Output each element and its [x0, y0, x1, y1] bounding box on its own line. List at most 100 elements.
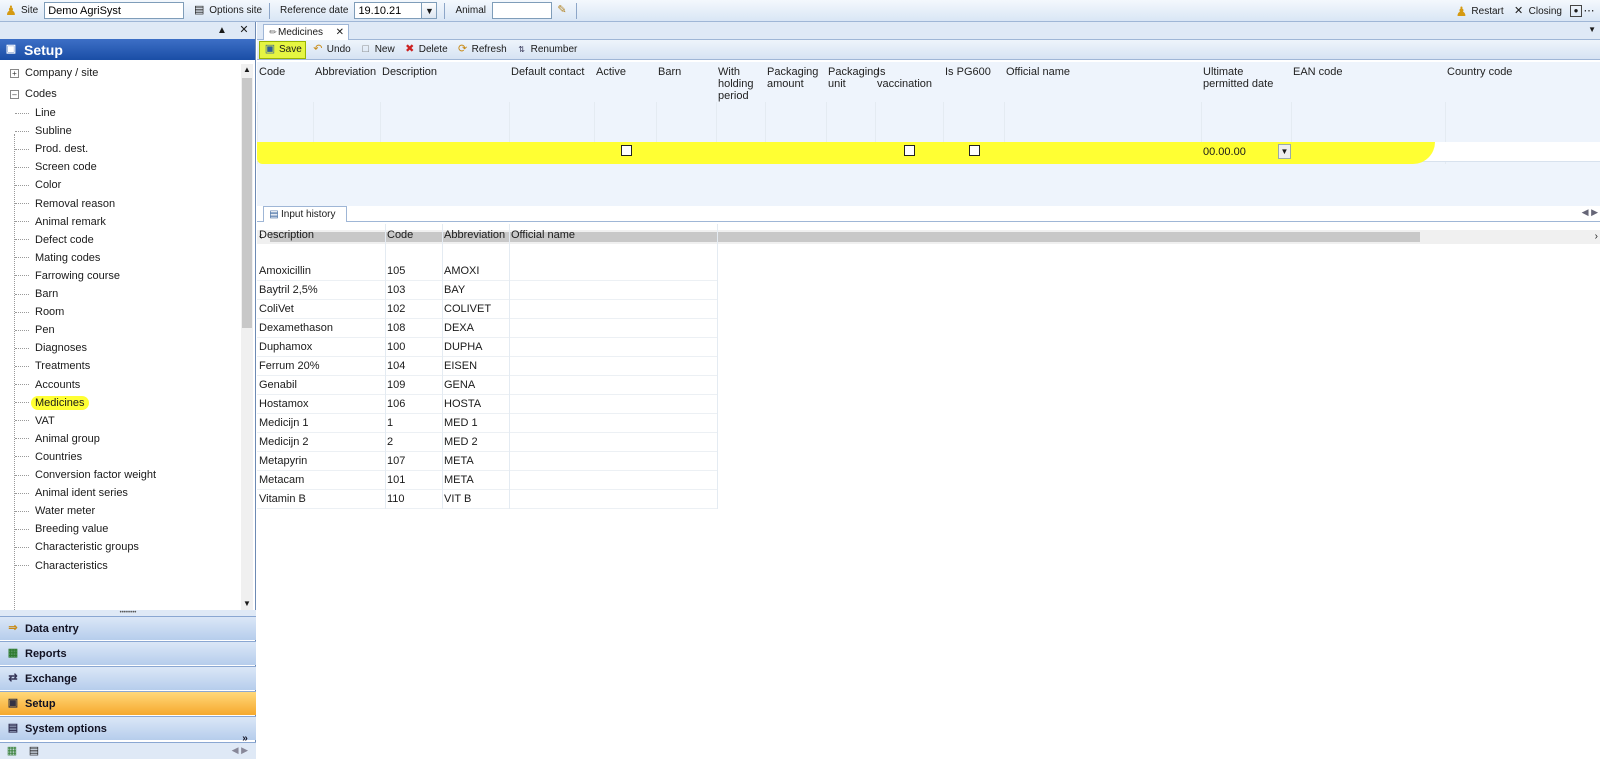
column-header-ultimate-permitted-date[interactable]: Ultimate permitted date: [1203, 66, 1291, 102]
tab-scroll-arrows[interactable]: ◀ ▶: [1582, 207, 1598, 218]
tree-group-company-site[interactable]: + Company / site: [10, 64, 98, 82]
nav-data-entry[interactable]: ⇒ Data entry: [0, 616, 256, 640]
tree-item-characteristic-groups[interactable]: Characteristic groups: [15, 538, 139, 556]
history-header-code[interactable]: Code: [387, 229, 413, 241]
column-header-default-contact[interactable]: Default contact: [511, 66, 593, 102]
column-header-active[interactable]: Active: [596, 66, 656, 102]
nav-setup[interactable]: ▣ Setup: [0, 691, 256, 715]
refresh-button[interactable]: ⟳ Refresh: [453, 41, 510, 59]
tree-item-characteristics[interactable]: Characteristics: [15, 557, 108, 575]
table-row[interactable]: Dexamethason 108 DEXA: [257, 319, 717, 338]
column-header-code[interactable]: Code: [259, 66, 313, 102]
column-header-barn[interactable]: Barn: [658, 66, 716, 102]
tree-item-removal-reason[interactable]: Removal reason: [15, 195, 115, 213]
save-button[interactable]: ▣ Save: [259, 40, 306, 59]
history-header-abbreviation[interactable]: Abbreviation: [444, 229, 505, 241]
table-row[interactable]: Vitamin B 110 VIT B: [257, 490, 717, 509]
close-icon[interactable]: ✕: [237, 24, 251, 38]
footer-arrows[interactable]: ◀ ▶: [232, 745, 248, 756]
tree-item-conversion-factor-weight[interactable]: Conversion factor weight: [15, 466, 156, 484]
site-input[interactable]: [44, 2, 185, 19]
tree-item-barn[interactable]: Barn: [15, 285, 58, 303]
tree-group-codes[interactable]: – Codes: [10, 85, 57, 103]
table-row[interactable]: Ferrum 20% 104 EISEN: [257, 357, 717, 376]
reference-date-input[interactable]: [354, 2, 423, 19]
tree-item-pen[interactable]: Pen: [15, 321, 55, 339]
history-header-official-name[interactable]: Official name: [511, 229, 575, 241]
delete-button[interactable]: ✖ Delete: [400, 41, 451, 59]
chevron-up-icon[interactable]: ▲: [241, 64, 253, 76]
options-site-button[interactable]: ▤ Options site: [188, 0, 266, 21]
table-row[interactable]: Hostamox 106 HOSTA: [257, 395, 717, 414]
tree-item-mating-codes[interactable]: Mating codes: [15, 249, 100, 267]
pin-icon[interactable]: ▲: [215, 24, 229, 38]
undo-button[interactable]: ↶ Undo: [308, 41, 354, 59]
table-row[interactable]: Metacam 101 META: [257, 471, 717, 490]
new-button[interactable]: □ New: [356, 41, 398, 59]
scroll-thumb[interactable]: [242, 78, 252, 328]
restart-button[interactable]: ♟ Restart: [1450, 0, 1507, 22]
tree-item-color[interactable]: Color: [15, 176, 61, 194]
close-icon[interactable]: ✕: [336, 27, 344, 38]
nav-reports[interactable]: ▦ Reports: [0, 641, 256, 665]
nav-system-options[interactable]: ▤ System options »: [0, 716, 256, 743]
collapse-icon[interactable]: –: [10, 89, 19, 99]
column-header-abbreviation[interactable]: Abbreviation: [315, 66, 380, 102]
column-header-is-pg600[interactable]: Is PG600: [945, 66, 1003, 102]
table-row[interactable]: Genabil 109 GENA: [257, 376, 717, 395]
tree-item-subline[interactable]: Subline: [15, 122, 72, 140]
chevron-down-icon[interactable]: ▼: [1588, 25, 1596, 34]
list-view-icon[interactable]: ▤: [27, 744, 41, 758]
table-row[interactable]: Metapyrin 107 META: [257, 452, 717, 471]
active-checkbox[interactable]: [621, 145, 632, 156]
date-dropdown[interactable]: ▼: [1278, 144, 1291, 159]
nav-exchange[interactable]: ⇄ Exchange: [0, 666, 256, 690]
column-header-packaging-amount[interactable]: Packaging amount: [767, 66, 825, 102]
tree-item-defect-code[interactable]: Defect code: [15, 231, 94, 249]
tree-item-animal-remark[interactable]: Animal remark: [15, 213, 106, 231]
column-header-is-vaccination[interactable]: Is vaccination: [877, 66, 943, 102]
table-row[interactable]: Medicijn 1 1 MED 1: [257, 414, 717, 433]
closing-button[interactable]: ✕ Closing: [1508, 0, 1566, 22]
tree-item-line[interactable]: Line: [15, 104, 56, 122]
column-header-country-code[interactable]: Country code: [1447, 66, 1597, 102]
tree-item-farrowing-course[interactable]: Farrowing course: [15, 267, 120, 285]
tree-item-water-meter[interactable]: Water meter: [15, 502, 95, 520]
animal-input[interactable]: [492, 2, 553, 19]
is-pg600-checkbox[interactable]: [969, 145, 980, 156]
chevron-right-icon[interactable]: ›: [1595, 230, 1598, 244]
tab-medicines[interactable]: ✏ Medicines ✕: [263, 24, 349, 40]
window-options-button[interactable]: ● ⋯: [1566, 0, 1600, 22]
tab-input-history[interactable]: ▤ Input history: [263, 206, 347, 222]
reference-date-dropdown[interactable]: ▼: [422, 2, 438, 19]
tree-item-room[interactable]: Room: [15, 303, 64, 321]
tree-item-breeding-value[interactable]: Breeding value: [15, 520, 108, 538]
tree-item-diagnoses[interactable]: Diagnoses: [15, 339, 87, 357]
column-header-packaging-unit[interactable]: Packaging unit: [828, 66, 884, 102]
tree-item-medicines[interactable]: Medicines: [15, 394, 89, 412]
ultimate-permitted-date-cell[interactable]: 00.00.00: [1203, 146, 1246, 158]
tree-view-icon[interactable]: ▦: [5, 744, 19, 758]
renumber-button[interactable]: ⇅ Renumber: [512, 41, 581, 59]
is-vaccination-checkbox[interactable]: [904, 145, 915, 156]
table-row[interactable]: Amoxicillin 105 AMOXI: [257, 262, 717, 281]
table-row[interactable]: Duphamox 100 DUPHA: [257, 338, 717, 357]
history-header-description[interactable]: Description: [259, 229, 314, 241]
column-header-official-name[interactable]: Official name: [1006, 66, 1200, 102]
tree-item-countries[interactable]: Countries: [15, 448, 82, 466]
table-row[interactable]: ColiVet 102 COLIVET: [257, 300, 717, 319]
column-header-with-holding-period[interactable]: With holding period: [718, 66, 765, 102]
search-animal-icon[interactable]: ✎: [555, 4, 569, 18]
expand-icon[interactable]: +: [10, 68, 19, 78]
tree-item-animal-ident-series[interactable]: Animal ident series: [15, 484, 128, 502]
table-row[interactable]: Baytril 2,5% 103 BAY: [257, 281, 717, 300]
tree-item-screen-code[interactable]: Screen code: [15, 158, 97, 176]
chevron-down-icon[interactable]: ▼: [241, 598, 253, 610]
table-row[interactable]: Medicijn 2 2 MED 2: [257, 433, 717, 452]
tree-item-vat[interactable]: VAT: [15, 412, 55, 430]
column-header-description[interactable]: Description: [382, 66, 507, 102]
sidebar-scrollbar[interactable]: ▲ ▼: [241, 64, 253, 610]
tree-item-accounts[interactable]: Accounts: [15, 376, 80, 394]
tree-item-animal-group[interactable]: Animal group: [15, 430, 100, 448]
tree-item-treatments[interactable]: Treatments: [15, 357, 90, 375]
